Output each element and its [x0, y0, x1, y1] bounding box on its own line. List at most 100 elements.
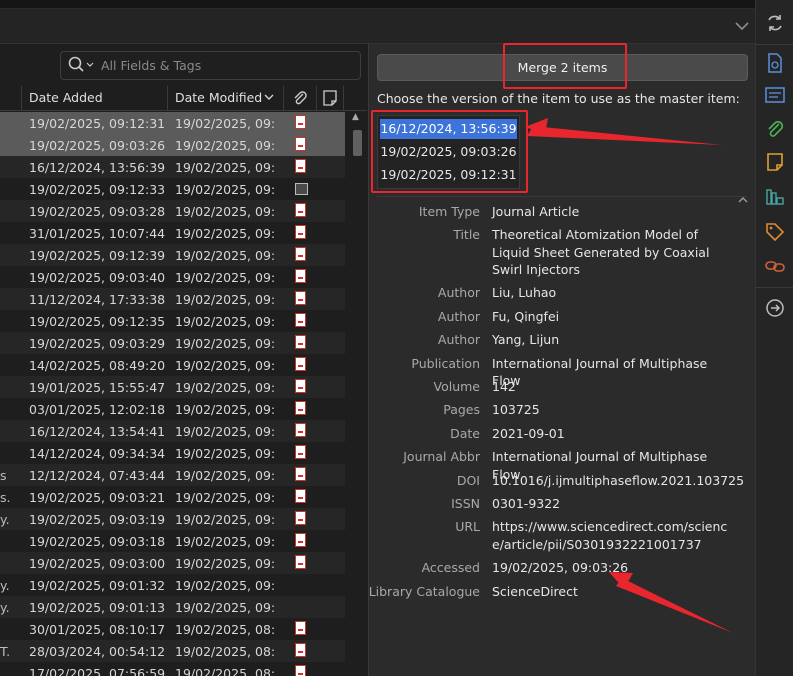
- date-added-cell: 19/02/2025, 09:03:29: [29, 336, 166, 351]
- table-row[interactable]: 19/02/2025, 09:03:18 19/02/2025, 09:...: [0, 530, 345, 552]
- pdf-attachment-icon[interactable]: [295, 511, 307, 525]
- pdf-attachment-icon[interactable]: [295, 203, 307, 217]
- date-modified-cell: 19/02/2025, 09:...: [175, 292, 275, 307]
- pdf-attachment-icon[interactable]: [295, 291, 307, 305]
- table-row[interactable]: 30/01/2025, 08:10:17 19/02/2025, 08:...: [0, 618, 345, 640]
- field-value[interactable]: Journal Article: [492, 203, 732, 221]
- table-row[interactable]: 31/01/2025, 10:07:44 19/02/2025, 09:...: [0, 222, 345, 244]
- table-row[interactable]: y. 19/02/2025, 09:01:32 19/02/2025, 09:...: [0, 574, 345, 596]
- date-modified-cell: 19/02/2025, 08:...: [175, 644, 275, 659]
- field-value[interactable]: 142: [492, 378, 732, 396]
- column-header-date-modified[interactable]: Date Modified: [175, 90, 262, 105]
- info-icon[interactable]: [756, 53, 793, 77]
- table-row[interactable]: 11/12/2024, 17:33:38 19/02/2025, 09:...: [0, 288, 345, 310]
- sync-icon[interactable]: [756, 13, 793, 37]
- table-row[interactable]: 19/02/2025, 09:03:26 19/02/2025, 09:...: [0, 134, 345, 156]
- pdf-attachment-icon[interactable]: [295, 269, 307, 283]
- table-row[interactable]: 19/02/2025, 09:12:35 19/02/2025, 09:...: [0, 310, 345, 332]
- items-scrollbar[interactable]: ▲: [350, 112, 365, 676]
- pdf-attachment-icon[interactable]: [295, 225, 307, 239]
- table-row[interactable]: 19/02/2025, 09:03:00 19/02/2025, 09:...: [0, 552, 345, 574]
- scroll-thumb[interactable]: [353, 130, 362, 156]
- pdf-attachment-icon[interactable]: [295, 115, 307, 129]
- scroll-up-icon[interactable]: ▲: [352, 112, 363, 124]
- table-row[interactable]: 19/02/2025, 09:03:28 19/02/2025, 09:...: [0, 200, 345, 222]
- table-row[interactable]: 19/02/2025, 09:03:40 19/02/2025, 09:...: [0, 266, 345, 288]
- abstract-icon[interactable]: [756, 86, 793, 110]
- field-value[interactable]: 2021-09-01: [492, 425, 732, 443]
- search-icon[interactable]: [67, 55, 94, 75]
- notes-column-icon[interactable]: [323, 90, 337, 109]
- title-cell-truncated: y.: [0, 512, 10, 527]
- pdf-attachment-icon[interactable]: [295, 445, 307, 459]
- column-separator[interactable]: [283, 86, 284, 110]
- locate-icon[interactable]: [756, 298, 793, 322]
- field-label: Author: [437, 308, 480, 324]
- pdf-attachment-icon[interactable]: [295, 247, 307, 261]
- table-row[interactable]: y. 19/02/2025, 09:03:19 19/02/2025, 09:...: [0, 508, 345, 530]
- pdf-attachment-icon[interactable]: [295, 159, 307, 173]
- column-separator[interactable]: [21, 86, 22, 110]
- field-value[interactable]: 103725: [492, 401, 732, 419]
- date-modified-cell: 19/02/2025, 09:...: [175, 358, 275, 373]
- field-value[interactable]: 10.1016/j.ijmultiphaseflow.2021.103725: [492, 472, 744, 490]
- table-row[interactable]: 19/02/2025, 09:12:33 19/02/2025, 09:...: [0, 178, 345, 200]
- table-row[interactable]: 16/12/2024, 13:56:39 19/02/2025, 09:...: [0, 156, 345, 178]
- date-added-cell: 19/02/2025, 09:12:39: [29, 248, 166, 263]
- sort-chevron-icon[interactable]: [264, 90, 274, 107]
- table-row[interactable]: 16/12/2024, 13:54:41 19/02/2025, 09:...: [0, 420, 345, 442]
- table-row[interactable]: y. 19/02/2025, 09:01:13 19/02/2025, 09:...: [0, 596, 345, 618]
- pdf-attachment-icon[interactable]: [295, 643, 307, 657]
- tags-icon[interactable]: [756, 222, 793, 246]
- pdf-attachment-icon[interactable]: [295, 401, 307, 415]
- title-cell-truncated: y.: [0, 578, 10, 593]
- date-added-cell: 19/02/2025, 09:03:19: [29, 512, 166, 527]
- table-row[interactable]: T. 28/03/2024, 00:54:12 19/02/2025, 08:...: [0, 640, 345, 662]
- column-separator[interactable]: [316, 86, 317, 110]
- pdf-attachment-icon[interactable]: [295, 489, 307, 503]
- date-modified-cell: 19/02/2025, 09:...: [175, 446, 275, 461]
- table-row[interactable]: 19/02/2025, 09:12:31 19/02/2025, 09:...: [0, 112, 345, 134]
- pdf-attachment-icon[interactable]: [295, 137, 307, 151]
- table-row[interactable]: 17/02/2025, 07:56:59 19/02/2025, 08:...: [0, 662, 345, 676]
- pdf-attachment-icon[interactable]: [295, 665, 307, 676]
- table-row[interactable]: 19/02/2025, 09:12:39 19/02/2025, 09:...: [0, 244, 345, 266]
- table-row[interactable]: s. 19/02/2025, 09:03:21 19/02/2025, 09:...: [0, 486, 345, 508]
- attachments-icon[interactable]: [756, 119, 793, 143]
- pdf-attachment-icon[interactable]: [295, 379, 307, 393]
- libraries-collections-icon[interactable]: [756, 187, 793, 211]
- related-icon[interactable]: [756, 256, 793, 280]
- field-value[interactable]: Yang, Lijun: [492, 331, 732, 349]
- field-value[interactable]: Fu, Qingfei: [492, 308, 732, 326]
- pdf-attachment-icon[interactable]: [295, 313, 307, 327]
- table-row[interactable]: 14/12/2024, 09:34:34 19/02/2025, 09:...: [0, 442, 345, 464]
- field-value[interactable]: 19/02/2025, 09:03:26: [492, 559, 732, 577]
- table-row[interactable]: 03/01/2025, 12:02:18 19/02/2025, 09:...: [0, 398, 345, 420]
- pdf-attachment-icon[interactable]: [295, 335, 307, 349]
- date-added-cell: 19/02/2025, 09:01:32: [29, 578, 166, 593]
- table-row[interactable]: 19/01/2025, 15:55:47 19/02/2025, 09:...: [0, 376, 345, 398]
- pdf-attachment-icon[interactable]: [295, 533, 307, 547]
- field-value[interactable]: Liu, Luhao: [492, 284, 732, 302]
- field-label: ISSN: [451, 496, 480, 511]
- column-separator[interactable]: [167, 86, 168, 110]
- pdf-attachment-icon[interactable]: [295, 357, 307, 371]
- pdf-attachment-icon[interactable]: [295, 621, 307, 635]
- table-row[interactable]: 14/02/2025, 08:49:20 19/02/2025, 09:...: [0, 354, 345, 376]
- pdf-attachment-icon[interactable]: [295, 555, 307, 569]
- column-header-date-added[interactable]: Date Added: [29, 90, 103, 105]
- snapshot-attachment-icon[interactable]: [295, 181, 308, 195]
- search-input[interactable]: All Fields & Tags: [60, 51, 361, 80]
- pdf-attachment-icon[interactable]: [295, 423, 307, 437]
- attachments-column-icon[interactable]: [292, 90, 308, 109]
- column-separator: [343, 86, 344, 110]
- field-value[interactable]: ScienceDirect: [492, 583, 732, 601]
- table-row[interactable]: s 12/12/2024, 07:43:44 19/02/2025, 09:...: [0, 464, 345, 486]
- field-value[interactable]: 0301-9322: [492, 495, 732, 513]
- notes-icon[interactable]: [756, 152, 793, 176]
- field-value[interactable]: Theoretical Atomization Model of Liquid …: [492, 226, 732, 279]
- chevron-down-icon[interactable]: [733, 17, 755, 35]
- table-row[interactable]: 19/02/2025, 09:03:29 19/02/2025, 09:...: [0, 332, 345, 354]
- pdf-attachment-icon[interactable]: [295, 467, 307, 481]
- field-value[interactable]: https://www.sciencedirect.com/science/ar…: [492, 518, 732, 553]
